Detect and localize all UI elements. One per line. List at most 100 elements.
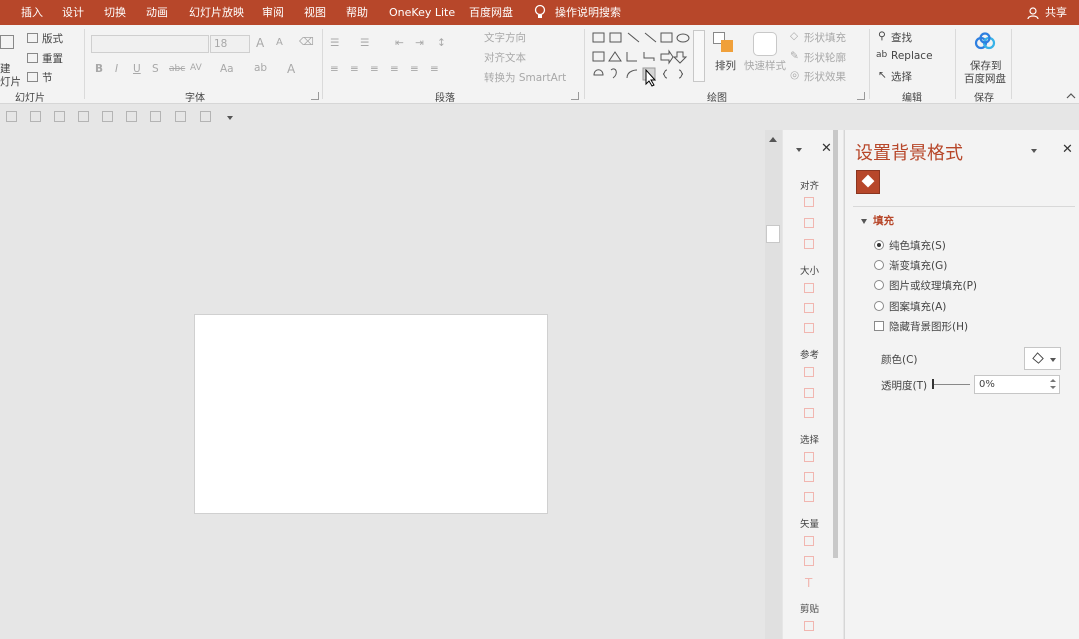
italic-button[interactable]: I [115,63,118,75]
quick-styles-button[interactable]: 快速样式 [744,58,786,73]
section-button[interactable]: 节 [42,70,53,85]
drawing-launcher-icon[interactable] [857,92,865,100]
radio-picture-fill[interactable] [874,280,884,290]
toolbar-more-icon[interactable] [227,116,233,120]
tab-view[interactable]: 视图 [304,0,326,25]
tool-icon[interactable] [804,621,814,631]
transparency-spinner[interactable]: 0% [974,375,1060,394]
transparency-slider-track[interactable] [932,384,970,385]
reset-button[interactable]: 重置 [42,51,63,66]
clear-format-icon[interactable]: ⌫ [299,36,314,48]
align-bottom-icon[interactable] [126,111,137,122]
pane-scrollbar[interactable] [833,130,838,558]
distribute-icon[interactable] [150,111,161,122]
align-left-icon[interactable] [6,111,17,122]
share-button[interactable]: 共享 [1026,0,1067,25]
font-size-combo[interactable]: 18 [210,35,250,53]
gradient-fill-label[interactable]: 渐变填充(G) [889,258,947,273]
solid-fill-label[interactable]: 纯色填充(S) [889,238,946,253]
align-right-icon[interactable] [54,111,65,122]
spin-up-icon[interactable] [1050,379,1056,382]
paragraph-launcher-icon[interactable] [571,92,579,100]
bold-button[interactable]: B [95,63,103,75]
vertical-scrollbar[interactable] [765,130,782,639]
tool-icon[interactable] [804,303,814,313]
picture-fill-label[interactable]: 图片或纹理填充(P) [889,278,977,293]
tool-icon[interactable] [804,218,814,228]
tab-baidu[interactable]: 百度网盘 [469,0,513,25]
increase-indent-icon[interactable]: ⇥ [415,37,424,49]
highlight-icon[interactable]: ab [254,62,267,74]
shadow-button[interactable]: S [152,63,159,75]
strike-button[interactable]: abc [169,64,185,74]
pattern-fill-label[interactable]: 图案填充(A) [889,299,946,314]
tool-icon[interactable] [804,239,814,249]
close-icon[interactable]: ✕ [821,141,832,156]
align-text-button[interactable]: 对齐文本 [484,50,526,65]
collapse-ribbon-icon[interactable] [1066,92,1076,99]
hide-background-checkbox[interactable] [874,321,884,331]
radio-solid-fill[interactable] [874,240,884,250]
decrease-indent-icon[interactable]: ⇤ [395,37,404,49]
align-center-icon[interactable]: ≡ [350,63,359,75]
tool-icon[interactable] [804,472,814,482]
font-color-icon[interactable]: A [287,62,295,76]
new-slide-icon[interactable] [0,35,14,49]
font-launcher-icon[interactable] [311,92,319,100]
shape-fill-button[interactable]: 形状填充 [804,30,846,45]
shape-outline-button[interactable]: 形状轮廓 [804,50,846,65]
distribute-icon[interactable]: ≡ [410,63,419,75]
layout-button[interactable]: 版式 [42,31,63,46]
align-middle-icon[interactable] [102,111,113,122]
tool-icon[interactable] [804,283,814,293]
bullets-icon[interactable]: ☰ [330,37,339,49]
tab-help[interactable]: 帮助 [346,0,368,25]
tool-icon[interactable] [804,452,814,462]
tab-animations[interactable]: 动画 [146,0,168,25]
line-spacing-icon[interactable]: ↕ [437,37,446,49]
tool-icon[interactable] [804,492,814,502]
tab-review[interactable]: 审阅 [262,0,284,25]
tool-icon[interactable] [804,367,814,377]
underline-button[interactable]: U [133,63,141,75]
tool-icon[interactable] [804,556,814,566]
tab-design[interactable]: 设计 [62,0,84,25]
tab-insert[interactable]: 插入 [21,0,43,25]
text-direction-button[interactable]: 文字方向 [484,30,526,45]
search-tell-me[interactable]: 操作说明搜索 [555,0,621,25]
transparency-slider-handle[interactable] [932,379,934,389]
replace-button[interactable]: Replace [891,50,933,62]
pin-icon[interactable] [175,111,186,122]
align-left-icon[interactable]: ≡ [330,63,339,75]
hide-background-label[interactable]: 隐藏背景图形(H) [889,319,968,334]
tab-slideshow[interactable]: 幻灯片放映 [189,0,244,25]
spin-down-icon[interactable] [1050,386,1056,389]
numbering-icon[interactable]: ☰ [360,37,369,49]
gallery-scroll[interactable] [693,30,705,82]
change-case-button[interactable]: Aa [220,63,234,75]
align-center-icon[interactable] [30,111,41,122]
tool-icon[interactable] [804,408,814,418]
tab-onekey[interactable]: OneKey Lite [389,0,455,25]
columns-icon[interactable]: ≡ [430,63,439,75]
find-button[interactable]: 查找 [891,30,912,45]
close-icon[interactable]: ✕ [1062,142,1073,157]
tool-icon[interactable] [804,197,814,207]
fill-section-header[interactable]: 填充 [861,213,894,228]
shape-effects-button[interactable]: 形状效果 [804,69,846,84]
font-name-combo[interactable] [91,35,209,53]
fill-tab[interactable] [856,170,880,194]
text-tool-icon[interactable]: T [805,576,812,590]
select-button[interactable]: 选择 [891,69,912,84]
tool-icon[interactable] [804,388,814,398]
grow-font-icon[interactable]: A [256,36,264,50]
slide-canvas[interactable] [194,314,548,514]
smartart-button[interactable]: 转换为 SmartArt [484,70,566,85]
tool-icon[interactable] [804,536,814,546]
pane-options-icon[interactable] [1031,149,1037,153]
scroll-up-icon[interactable] [769,137,777,142]
pane-options-icon[interactable] [796,148,802,152]
arrange-button[interactable]: 排列 [715,58,736,73]
justify-icon[interactable]: ≡ [390,63,399,75]
save-to-baidu-line2[interactable]: 百度网盘 [964,71,1006,86]
